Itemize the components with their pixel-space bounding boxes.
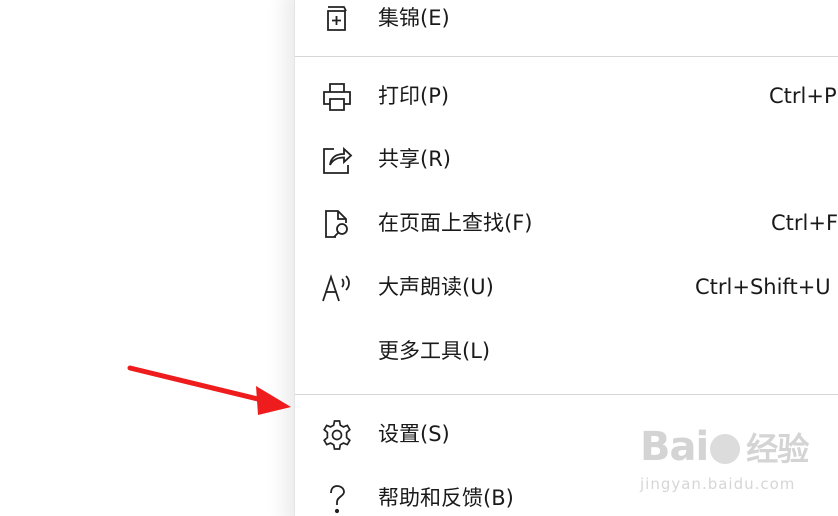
menu-item-more-tools[interactable]: 更多工具(L) [295,323,838,379]
gear-icon [319,418,355,452]
menu-divider [295,394,838,395]
watermark-logo-suffix: 经验 [746,430,809,468]
watermark-logo-text: Bai [640,424,709,470]
find-on-page-icon [319,207,355,241]
shortcut-find: Ctrl+F [771,211,838,235]
menu-item-label: 在页面上查找(F) [378,211,533,235]
collections-icon [319,2,355,36]
baidu-jingyan-watermark: Bai 经验 jingyan.baidu.com [640,425,830,510]
menu-item-label: 集锦(E) [378,6,450,30]
watermark-url: jingyan.baidu.com [640,475,796,493]
menu-item-label: 大声朗读(U) [378,275,494,299]
read-aloud-icon [319,271,355,305]
menu-item-label: 更多工具(L) [378,339,491,363]
menu-item-print[interactable]: 打印(P) Ctrl+P [295,68,838,124]
paw-icon [710,434,741,464]
menu-item-label: 设置(S) [378,422,450,446]
shortcut-print: Ctrl+P [769,84,837,108]
share-icon [319,143,355,177]
menu-divider [295,56,838,57]
menu-item-label: 打印(P) [378,84,450,108]
menu-item-share[interactable]: 共享(R) [295,131,838,187]
help-icon [319,482,355,516]
menu-item-label: 共享(R) [378,147,451,171]
menu-item-read-aloud[interactable]: 大声朗读(U) Ctrl+Shift+U [295,259,838,315]
shortcut-read-aloud: Ctrl+Shift+U [695,275,831,299]
menu-item-find-on-page[interactable]: 在页面上查找(F) Ctrl+F [295,195,838,251]
menu-item-label: 帮助和反馈(B) [378,486,514,510]
print-icon [319,80,355,114]
menu-item-collections[interactable]: 集锦(E) [295,0,838,46]
